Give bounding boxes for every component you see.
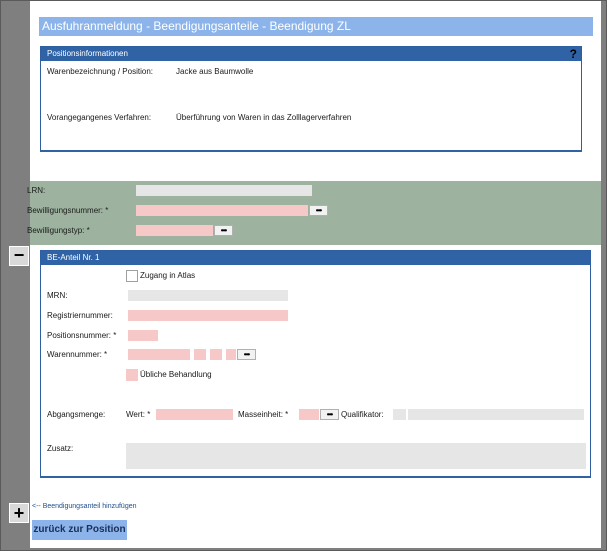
warennummer-input-4[interactable] xyxy=(226,349,236,360)
bewilligungstyp-label: Bewilligungstyp: * xyxy=(27,226,90,235)
zugang-atlas-checkbox[interactable] xyxy=(126,270,138,282)
position-info-title: Positionsinformationen xyxy=(47,49,128,58)
masseinheit-label: Masseinheit: * xyxy=(238,410,289,419)
bewilligungsnummer-input[interactable] xyxy=(136,205,308,216)
position-info-header: Positionsinformationen ? xyxy=(41,47,581,61)
mrn-input[interactable] xyxy=(128,290,288,301)
warennummer-input-1[interactable] xyxy=(128,349,190,360)
qualifikator-text-input[interactable] xyxy=(408,409,584,420)
warennummer-input-2[interactable] xyxy=(194,349,206,360)
lrn-label: LRN: xyxy=(27,186,46,195)
bewilligungstyp-input[interactable] xyxy=(136,225,213,236)
header-fields-section: LRN: Bewilligungsnummer: * ••• Bewilligu… xyxy=(27,181,601,245)
bewilligungsnummer-label: Bewilligungsnummer: * xyxy=(27,206,109,215)
be-anteil-header: BE-Anteil Nr. 1 xyxy=(41,251,590,265)
bewilligungsnummer-lookup-button[interactable]: ••• xyxy=(309,205,328,216)
mrn-label: MRN: xyxy=(47,291,68,300)
main-content: Ausfuhranmeldung - Beendigungsanteile - … xyxy=(27,1,601,548)
page-title: Ausfuhranmeldung - Beendigungsanteile - … xyxy=(39,17,593,36)
vorverfahren-value: Überführung von Waren in das Zolllagerve… xyxy=(176,113,352,122)
qualifikator-code-input[interactable] xyxy=(393,409,406,420)
position-info-panel: Positionsinformationen ? Warenbezeichnun… xyxy=(40,46,582,152)
uebliche-behandlung-label: Übliche Behandlung xyxy=(140,370,212,379)
zusatz-label: Zusatz: xyxy=(47,444,74,453)
collapse-button[interactable]: − xyxy=(9,246,29,266)
zusatz-textarea[interactable] xyxy=(126,443,586,469)
warenbezeichnung-label: Warenbezeichnung / Position: xyxy=(47,67,153,76)
positionsnummer-label: Positionsnummer: * xyxy=(47,331,117,340)
wert-input[interactable] xyxy=(156,409,233,420)
add-beendigungsanteil-link[interactable]: <-- Beendigungsanteil hinzufügen xyxy=(32,503,137,510)
back-to-position-button[interactable]: zurück zur Position xyxy=(32,520,127,540)
registriernummer-input[interactable] xyxy=(128,310,288,321)
warennummer-label: Warennummer: * xyxy=(47,350,108,359)
qualifikator-label: Qualifikator: xyxy=(341,410,384,419)
vorverfahren-label: Vorangegangenes Verfahren: xyxy=(47,113,152,122)
positionsnummer-input[interactable] xyxy=(128,330,158,341)
help-icon[interactable]: ? xyxy=(570,47,577,61)
wert-label: Wert: * xyxy=(126,410,151,419)
warenbezeichnung-value: Jacke aus Baumwolle xyxy=(176,67,254,76)
lrn-input[interactable] xyxy=(136,185,312,196)
uebliche-behandlung-checkbox[interactable] xyxy=(126,369,138,381)
masseinheit-input[interactable] xyxy=(299,409,319,420)
masseinheit-lookup-button[interactable]: ••• xyxy=(320,409,339,420)
registriernummer-label: Registriernummer: xyxy=(47,311,113,320)
warennummer-lookup-button[interactable]: ••• xyxy=(237,349,256,360)
abgangsmenge-label: Abgangsmenge: xyxy=(47,410,106,419)
bewilligungstyp-lookup-button[interactable]: ••• xyxy=(214,225,233,236)
be-anteil-panel: BE-Anteil Nr. 1 Zugang in Atlas MRN: Reg… xyxy=(40,250,591,478)
warennummer-input-3[interactable] xyxy=(210,349,222,360)
add-button[interactable]: + xyxy=(9,503,29,523)
zugang-atlas-label: Zugang in Atlas xyxy=(140,271,196,280)
